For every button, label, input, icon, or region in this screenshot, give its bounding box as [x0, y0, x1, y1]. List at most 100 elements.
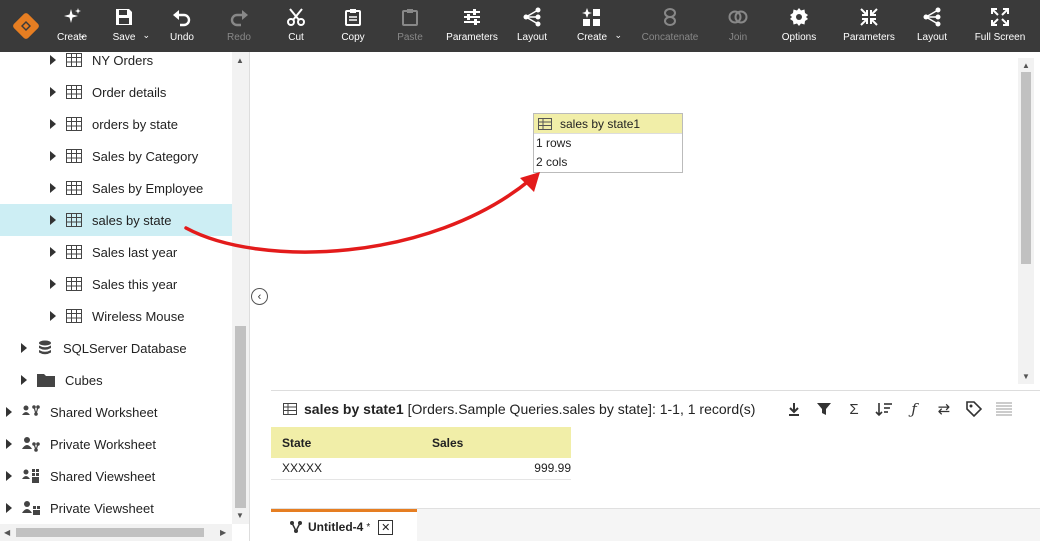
tree-horizontal-scrollbar[interactable]: ◀ ▶: [0, 524, 232, 541]
expand-arrow-icon[interactable]: [50, 55, 56, 65]
formula-icon[interactable]: ƒ: [899, 399, 929, 419]
table-cell: 999.99: [421, 458, 571, 480]
table-icon: [538, 117, 552, 130]
table-node[interactable]: sales by state1 1 rows 2 cols: [533, 113, 683, 173]
expand-arrow-icon[interactable]: [50, 215, 56, 225]
save-icon: [114, 7, 134, 27]
preview-table-header-row: State Sales: [271, 427, 571, 458]
tree-item[interactable]: Cubes: [0, 364, 232, 396]
tree-item[interactable]: Private Worksheet: [0, 428, 232, 460]
column-header[interactable]: State: [271, 427, 421, 458]
table-icon: [66, 117, 82, 131]
sheet-tab[interactable]: Untitled-4 * ✕: [271, 509, 417, 541]
toolbar-button-label: Join: [728, 32, 748, 43]
scroll-right-arrow-icon[interactable]: ▶: [220, 528, 226, 537]
tree-item[interactable]: Sales by Employee: [0, 172, 232, 204]
toolbar-paste-button[interactable]: Paste: [384, 0, 436, 52]
toolbar-button-label: Layout: [516, 32, 548, 43]
tree-item[interactable]: orders by state: [0, 108, 232, 140]
expand-arrow-icon[interactable]: [21, 343, 27, 353]
tree-item-label: Sales by Category: [92, 148, 199, 164]
tree-item[interactable]: Shared Viewsheet: [0, 460, 232, 492]
column-header[interactable]: Sales: [421, 427, 571, 458]
join-icon: [728, 7, 748, 27]
sheet-tab-bar: Untitled-4 * ✕: [271, 508, 1040, 541]
toolbar-parameters-button[interactable]: Parameters: [834, 0, 904, 52]
table-icon: [66, 309, 82, 323]
tree-item[interactable]: Wireless Mouse: [0, 300, 232, 332]
tree-item[interactable]: sales by state: [0, 204, 232, 236]
sliders-icon: [462, 7, 482, 27]
toolbar-button-label: Undo: [170, 32, 194, 43]
download-icon[interactable]: [779, 399, 809, 419]
collapse-sidebar-button[interactable]: ‹: [251, 288, 268, 305]
scroll-down-arrow-icon[interactable]: ▼: [236, 511, 244, 520]
tree-item[interactable]: Sales by Category: [0, 140, 232, 172]
toolbar-redo-button[interactable]: Redo: [208, 0, 270, 52]
table-node-header[interactable]: sales by state1: [534, 114, 682, 134]
toolbar-join-button[interactable]: Join: [712, 0, 764, 52]
compress-icon: [859, 7, 879, 27]
sum-icon[interactable]: Σ: [839, 399, 869, 419]
undo-icon: [172, 7, 192, 27]
toolbar-cut-button[interactable]: Cut: [270, 0, 322, 52]
toolbar-create-button[interactable]: Create ⌄: [52, 0, 92, 52]
tree-vertical-scroll-thumb[interactable]: [235, 326, 246, 508]
expand-arrow-icon[interactable]: [50, 247, 56, 257]
tree-horizontal-scroll-thumb[interactable]: [16, 528, 204, 537]
close-tab-icon[interactable]: ✕: [378, 519, 394, 535]
expand-arrow-icon[interactable]: [50, 119, 56, 129]
expand-arrow-icon[interactable]: [50, 87, 56, 97]
canvas-vertical-scrollbar[interactable]: ▲ ▼: [1018, 58, 1034, 384]
tag-icon[interactable]: [959, 399, 989, 419]
toolbar-layout-button[interactable]: Layout: [508, 0, 556, 52]
scroll-left-arrow-icon[interactable]: ◀: [4, 528, 10, 537]
toolbar-undo-button[interactable]: Undo: [156, 0, 208, 52]
table-row[interactable]: XXXXX 999.99: [271, 458, 571, 480]
table-icon: [66, 85, 82, 99]
tree-item[interactable]: SQLServer Database: [0, 332, 232, 364]
expand-arrow-icon[interactable]: [6, 503, 12, 513]
toolbar-button-label: Concatenate: [641, 32, 699, 43]
filter-icon[interactable]: [809, 399, 839, 419]
shapes-icon: [582, 7, 602, 27]
toolbar-parameters-button[interactable]: Parameters: [436, 0, 508, 52]
tree-item[interactable]: NY Orders: [0, 52, 232, 76]
tree-item-label: Sales by Employee: [92, 180, 204, 196]
expand-arrow-icon[interactable]: [6, 471, 12, 481]
chevron-down-icon: ⌄: [614, 30, 622, 40]
scroll-up-arrow-icon[interactable]: ▲: [236, 56, 244, 65]
toolbar-concatenate-button[interactable]: Concatenate: [628, 0, 712, 52]
tree-item[interactable]: Sales last year: [0, 236, 232, 268]
worksheet-canvas[interactable]: [271, 52, 1040, 390]
expand-arrow-icon[interactable]: [50, 183, 56, 193]
tree-vertical-scrollbar[interactable]: ▲ ▼: [232, 52, 249, 524]
table-icon: [66, 181, 82, 195]
canvas-scroll-thumb[interactable]: [1021, 72, 1031, 264]
toolbar-options-button[interactable]: Options: [764, 0, 834, 52]
expand-arrow-icon[interactable]: [6, 439, 12, 449]
toolbar-copy-button[interactable]: Copy: [322, 0, 384, 52]
swap-icon[interactable]: ⇄: [929, 399, 959, 419]
canvas-scroll-down-icon[interactable]: ▼: [1022, 372, 1030, 381]
toolbar-save-button[interactable]: Save ⌄: [92, 0, 156, 52]
tree-item[interactable]: Sales this year: [0, 268, 232, 300]
sort-icon[interactable]: [869, 399, 899, 419]
expand-arrow-icon[interactable]: [50, 311, 56, 321]
canvas-scroll-up-icon[interactable]: ▲: [1022, 61, 1030, 70]
toolbar-layout-button[interactable]: Layout: [904, 0, 960, 52]
tree-item[interactable]: Order details: [0, 76, 232, 108]
tree-item[interactable]: Private Viewsheet: [0, 492, 232, 524]
tree-item[interactable]: Shared Worksheet: [0, 396, 232, 428]
expand-arrow-icon[interactable]: [6, 407, 12, 417]
tree-item-label: Shared Worksheet: [50, 404, 158, 420]
toolbar-full-screen-button[interactable]: Full Screen: [960, 0, 1040, 52]
table-node-cols: 2 cols: [536, 155, 568, 169]
rows-icon[interactable]: [989, 399, 1019, 419]
toolbar-button-label: Parameters: [843, 32, 895, 43]
expand-arrow-icon[interactable]: [50, 151, 56, 161]
toolbar-create-button[interactable]: Create ⌄: [556, 0, 628, 52]
expand-arrow-icon[interactable]: [50, 279, 56, 289]
preview-table: State Sales XXXXX 999.99: [271, 427, 571, 480]
expand-arrow-icon[interactable]: [21, 375, 27, 385]
